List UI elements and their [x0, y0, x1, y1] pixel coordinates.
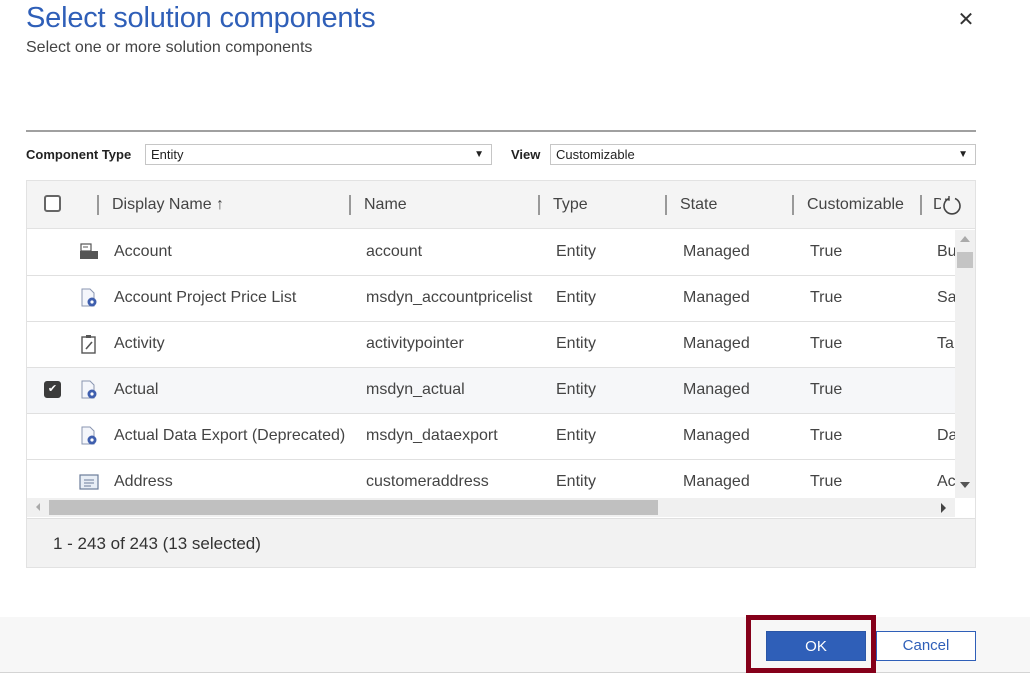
column-separator: [97, 195, 99, 215]
select-all-checkbox[interactable]: [44, 195, 61, 212]
cell-name: account: [366, 243, 423, 260]
grid-rows: Account account Entity Managed True Bu A…: [27, 230, 955, 500]
cell-description: Bu: [937, 243, 955, 260]
cell-customizable: True: [810, 289, 843, 306]
column-separator[interactable]: [665, 195, 667, 215]
filter-bar: Component Type Entity ▼ View Customizabl…: [26, 144, 976, 166]
cell-display-name: Actual Data Export (Deprecated): [114, 427, 346, 444]
dialog-title: Select solution components: [26, 2, 376, 34]
row-checkbox[interactable]: ✔: [44, 381, 61, 398]
component-type-label: Component Type: [26, 147, 132, 162]
record-count-status: 1 - 243 of 243 (13 selected): [53, 534, 261, 553]
cell-name: msdyn_actual: [366, 381, 465, 398]
cell-type: Entity: [556, 381, 597, 398]
cell-type: Entity: [556, 335, 597, 352]
cell-state: Managed: [683, 243, 750, 260]
close-icon: ✕: [957, 9, 975, 31]
refresh-icon[interactable]: [941, 195, 963, 217]
cell-name: msdyn_dataexport: [366, 427, 498, 444]
view-label: View: [511, 147, 541, 162]
vertical-scroll-thumb[interactable]: [957, 252, 973, 268]
column-header-display-name[interactable]: Display Name ↑: [112, 195, 224, 215]
address-card-icon: [79, 474, 99, 490]
cell-display-name: Account: [114, 243, 172, 260]
cell-display-name: Activity: [114, 335, 165, 352]
column-header-type[interactable]: Type: [553, 195, 588, 215]
dropdown-arrow-icon: ▼: [474, 149, 484, 160]
horizontal-scrollbar[interactable]: [27, 498, 955, 517]
cell-state: Managed: [683, 473, 750, 490]
column-separator[interactable]: [349, 195, 351, 215]
entity-folder-icon: [80, 243, 98, 259]
vertical-scrollbar[interactable]: [955, 230, 975, 498]
cell-type: Entity: [556, 427, 597, 444]
cell-type: Entity: [556, 473, 597, 490]
cell-display-name: Account Project Price List: [114, 289, 297, 306]
cancel-button[interactable]: Cancel: [876, 631, 976, 661]
cell-description: Ac: [937, 473, 955, 490]
cell-display-name: Actual: [114, 381, 159, 398]
close-button[interactable]: ✕: [955, 9, 977, 31]
cell-customizable: True: [810, 381, 843, 398]
dialog-subtitle: Select one or more solution components: [26, 39, 313, 56]
table-row[interactable]: Account account Entity Managed True Bu: [27, 230, 955, 276]
component-type-value: Entity: [151, 147, 184, 162]
cell-description: Sa: [937, 289, 955, 306]
grid-footer: 1 - 243 of 243 (13 selected): [27, 518, 975, 567]
view-select[interactable]: Customizable ▼: [550, 144, 976, 165]
column-separator[interactable]: [538, 195, 540, 215]
view-value: Customizable: [556, 147, 635, 162]
column-separator[interactable]: [792, 195, 794, 215]
entity-gear-icon: [81, 288, 97, 307]
entity-gear-icon: [81, 380, 97, 399]
table-row[interactable]: ✔ Actual msdyn_actual Entity Managed Tru…: [27, 368, 955, 414]
table-row[interactable]: Activity activitypointer Entity Managed …: [27, 322, 955, 368]
cell-customizable: True: [810, 427, 843, 444]
cell-state: Managed: [683, 427, 750, 444]
cell-type: Entity: [556, 289, 597, 306]
clipboard-icon: [81, 335, 96, 354]
dropdown-arrow-icon: ▼: [958, 149, 968, 160]
cell-name: customeraddress: [366, 473, 489, 490]
component-type-select[interactable]: Entity ▼: [145, 144, 492, 165]
table-row[interactable]: Actual Data Export (Deprecated) msdyn_da…: [27, 414, 955, 460]
cell-state: Managed: [683, 381, 750, 398]
cell-state: Managed: [683, 289, 750, 306]
column-header-state[interactable]: State: [680, 195, 717, 215]
header-divider: [26, 130, 976, 132]
column-separator[interactable]: [920, 195, 922, 215]
scroll-down-arrow-icon[interactable]: [960, 482, 970, 488]
cell-description: Ta: [937, 335, 954, 352]
cell-description: Da: [937, 427, 955, 444]
column-header-description[interactable]: D: [933, 195, 941, 215]
column-header-name[interactable]: Name: [364, 195, 407, 215]
scroll-up-arrow-icon[interactable]: [960, 236, 970, 242]
grid-header: Display Name ↑ Name Type State Customiza…: [27, 181, 975, 229]
cell-display-name: Address: [114, 473, 173, 490]
table-row[interactable]: Address customeraddress Entity Managed T…: [27, 460, 955, 500]
select-solution-components-dialog: Select solution components Select one or…: [0, 0, 1030, 687]
cell-customizable: True: [810, 243, 843, 260]
components-grid: Display Name ↑ Name Type State Customiza…: [26, 180, 976, 568]
cell-state: Managed: [683, 335, 750, 352]
column-header-customizable[interactable]: Customizable: [807, 195, 904, 215]
cell-customizable: True: [810, 335, 843, 352]
cell-customizable: True: [810, 473, 843, 490]
cell-type: Entity: [556, 243, 597, 260]
entity-gear-icon: [81, 426, 97, 445]
ok-button[interactable]: OK: [766, 631, 866, 661]
cell-name: activitypointer: [366, 335, 464, 352]
scroll-left-arrow-icon[interactable]: [36, 503, 40, 511]
scroll-right-arrow-icon[interactable]: [941, 503, 946, 513]
table-row[interactable]: Account Project Price List msdyn_account…: [27, 276, 955, 322]
horizontal-scroll-thumb[interactable]: [49, 500, 658, 515]
cell-name: msdyn_accountpricelist: [366, 289, 533, 306]
